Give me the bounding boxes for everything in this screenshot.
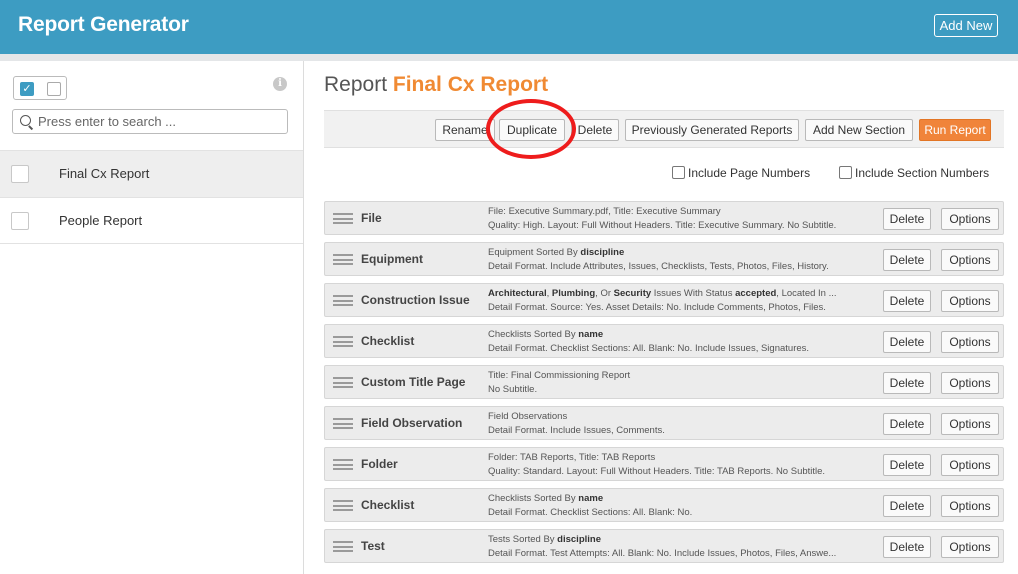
section-options-button[interactable]: Options [941,413,999,435]
section-summary: Checklists Sorted By name [488,493,604,504]
drag-handle-icon[interactable] [333,377,353,388]
report-checkbox[interactable] [11,212,29,230]
delete-section-button[interactable]: Delete [883,249,931,271]
run-report-button[interactable]: Run Report [919,119,991,141]
info-icon[interactable]: i [273,77,287,91]
page-title-prefix: Report [324,73,388,96]
include-section-numbers-option[interactable]: Include Section Numbers [839,166,989,180]
section-summary: Folder: TAB Reports, Title: TAB Reports [488,452,656,463]
section-name: Custom Title Page [361,375,466,389]
report-item-people[interactable]: People Report [0,197,303,244]
delete-section-button[interactable]: Delete [883,331,931,353]
section-row: Custom Title Page Title: Final Commissio… [324,365,1004,399]
report-name: Final Cx Report [59,166,150,181]
section-row: Construction Issue Architectural, Plumbi… [324,283,1004,317]
section-list: File File: Executive Summary.pdf, Title:… [324,201,1004,570]
section-options-button[interactable]: Options [941,536,999,558]
drag-handle-icon[interactable] [333,336,353,347]
report-item-final-cx[interactable]: Final Cx Report [0,150,303,197]
app-title: Report Generator [18,13,189,36]
section-options-button[interactable]: Options [941,331,999,353]
select-none-checkbox[interactable] [47,82,61,96]
drag-handle-icon[interactable] [333,254,353,265]
section-details: Detail Format. Checklist Sections: All. … [488,343,810,354]
section-details: Quality: Standard. Layout: Full Without … [488,466,826,477]
add-section-button[interactable]: Add New Section [805,119,913,141]
report-list: Final Cx Report People Report [0,150,303,244]
section-options-button[interactable]: Options [941,454,999,476]
delete-section-button[interactable]: Delete [883,208,931,230]
section-row: Checklist Checklists Sorted By name Deta… [324,488,1004,522]
section-summary: Architectural, Plumbing, Or Security Iss… [488,288,837,299]
section-summary: Checklists Sorted By name [488,329,604,340]
drag-handle-icon[interactable] [333,213,353,224]
section-numbers-label: Include Section Numbers [855,166,990,180]
report-checkbox[interactable] [11,165,29,183]
section-row: Field Observation Field Observations Det… [324,406,1004,440]
section-name: Checklist [361,498,415,512]
section-details: Detail Format. Include Attributes, Issue… [488,261,829,272]
delete-section-button[interactable]: Delete [883,413,931,435]
section-options-button[interactable]: Options [941,495,999,517]
section-name: Construction Issue [361,293,470,307]
search-icon [20,115,31,126]
section-summary: Title: Final Commissioning Report [488,370,631,381]
section-details: Quality: High. Layout: Full Without Head… [488,220,837,231]
section-row: Equipment Equipment Sorted By discipline… [324,242,1004,276]
page-title: Report Final Cx Report [324,73,548,97]
section-row: Test Tests Sorted By discipline Detail F… [324,529,1004,563]
section-details: No Subtitle. [488,384,538,395]
section-details: Detail Format. Include Issues, Comments. [488,425,665,436]
drag-handle-icon[interactable] [333,500,353,511]
section-summary: Equipment Sorted By discipline [488,247,625,258]
rename-button[interactable]: Rename [435,119,495,141]
app-header: Report Generator Add New [0,0,1018,54]
header-divider [0,54,1018,61]
section-numbers-checkbox[interactable] [839,166,852,179]
section-details: Detail Format. Test Attempts: All. Blank… [488,548,837,559]
duplicate-button[interactable]: Duplicate [499,119,565,141]
section-name: Checklist [361,334,415,348]
section-row: Folder Folder: TAB Reports, Title: TAB R… [324,447,1004,481]
report-toolbar: Rename Duplicate Delete Previously Gener… [324,110,1004,148]
section-options-button[interactable]: Options [941,290,999,312]
delete-report-button[interactable]: Delete [571,119,619,141]
section-name: Test [361,539,385,553]
include-page-numbers-option[interactable]: Include Page Numbers [672,166,810,180]
select-all-checkbox[interactable]: ✓ [20,82,34,96]
drag-handle-icon[interactable] [333,418,353,429]
section-name: Field Observation [361,416,463,430]
page-numbers-label: Include Page Numbers [688,166,811,180]
search-input[interactable] [38,112,278,131]
section-details: Detail Format. Checklist Sections: All. … [488,507,693,518]
delete-section-button[interactable]: Delete [883,536,931,558]
previous-reports-button[interactable]: Previously Generated Reports [625,119,799,141]
report-name: People Report [59,213,143,228]
section-summary: Field Observations [488,411,568,422]
select-toggle-group: ✓ [13,76,67,100]
page-numbers-checkbox[interactable] [672,166,685,179]
delete-section-button[interactable]: Delete [883,372,931,394]
page-title-report-name: Final Cx Report [392,73,549,96]
delete-section-button[interactable]: Delete [883,454,931,476]
delete-section-button[interactable]: Delete [883,495,931,517]
section-summary: File: Executive Summary.pdf, Title: Exec… [488,206,721,217]
section-name: Folder [361,457,398,471]
section-name: File [361,211,382,225]
search-box [12,109,288,134]
section-options-button[interactable]: Options [941,249,999,271]
section-options-button[interactable]: Options [941,372,999,394]
drag-handle-icon[interactable] [333,541,353,552]
section-summary: Tests Sorted By discipline [488,534,601,545]
section-options-button[interactable]: Options [941,208,999,230]
delete-section-button[interactable]: Delete [883,290,931,312]
section-details: Detail Format. Source: Yes. Asset Detail… [488,302,826,313]
add-new-button[interactable]: Add New [934,14,998,37]
section-row: File File: Executive Summary.pdf, Title:… [324,201,1004,235]
drag-handle-icon[interactable] [333,459,353,470]
section-row: Checklist Checklists Sorted By name Deta… [324,324,1004,358]
drag-handle-icon[interactable] [333,295,353,306]
section-name: Equipment [361,252,423,266]
sidebar: ✓ i Final Cx Report People Report [0,61,304,574]
